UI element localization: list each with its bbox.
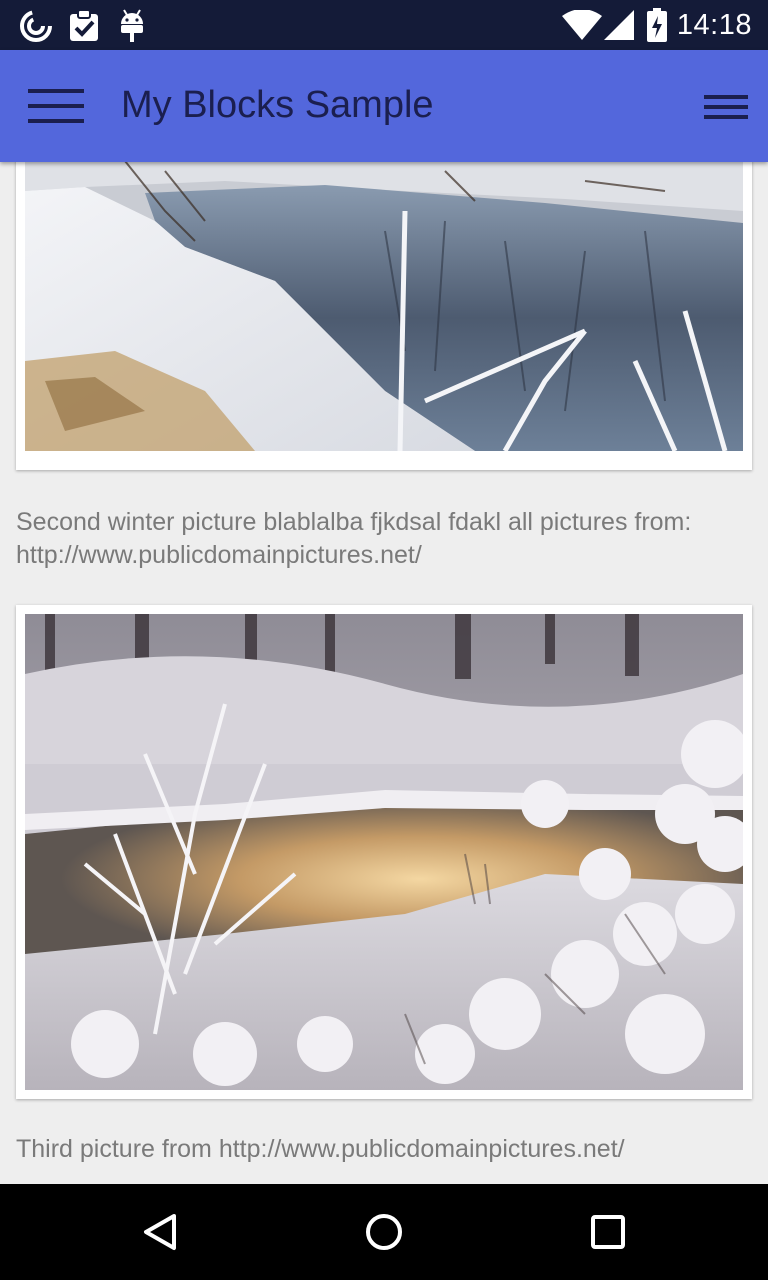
overflow-menu-icon[interactable] — [704, 94, 748, 120]
system-nav-bar — [0, 1184, 768, 1280]
battery-icon — [647, 8, 667, 42]
cell-signal-icon — [604, 10, 634, 40]
clipboard-check-icon — [70, 9, 98, 41]
photo-card[interactable] — [16, 605, 752, 1099]
page-title: My Blocks Sample — [121, 84, 434, 126]
content-list[interactable]: Second winter picture blablalba fjkdsal … — [0, 162, 768, 1184]
wifi-icon — [562, 10, 602, 40]
status-bar: 14:18 — [0, 0, 768, 50]
winter-river-photo — [25, 162, 743, 451]
card-caption: Third picture from http://www.publicdoma… — [16, 1135, 625, 1163]
android-icon — [121, 9, 143, 42]
frosted-river-sunset-photo — [25, 614, 743, 1090]
hamburger-menu-icon[interactable] — [28, 88, 84, 124]
photo-card[interactable] — [16, 162, 752, 470]
sync-icon — [20, 10, 52, 42]
home-icon[interactable] — [364, 1212, 404, 1252]
back-icon[interactable] — [140, 1212, 180, 1252]
recents-icon[interactable] — [590, 1214, 626, 1250]
app-toolbar: My Blocks Sample — [0, 50, 768, 162]
card-caption: Second winter picture blablalba fjkdsal … — [16, 508, 692, 569]
status-time: 14:18 — [676, 9, 752, 41]
